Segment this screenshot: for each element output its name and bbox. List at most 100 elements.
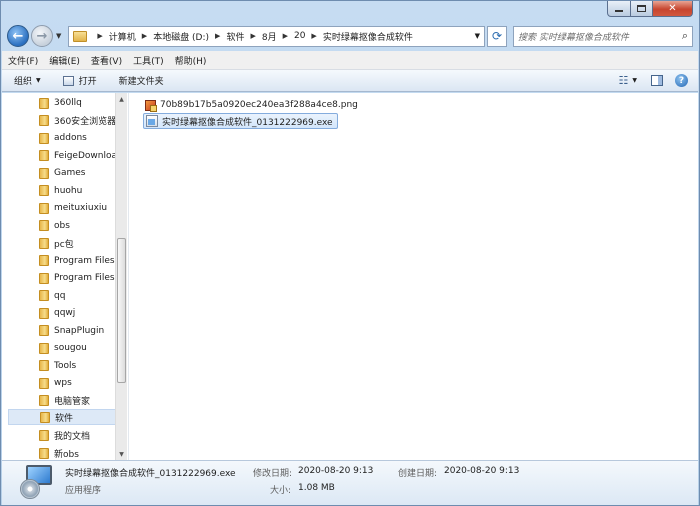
preview-pane-icon[interactable] <box>651 75 663 86</box>
tree-item-selected[interactable]: 软件 <box>8 409 119 425</box>
folder-icon <box>39 185 49 196</box>
folder-icon <box>39 430 49 441</box>
forward-button[interactable]: → <box>31 25 53 47</box>
chevron-right-icon[interactable]: ▶ <box>250 32 255 40</box>
folder-icon <box>39 342 49 354</box>
tree-item[interactable]: 电脑管家 <box>8 393 119 409</box>
maximize-icon <box>637 5 646 12</box>
menu-help[interactable]: 帮助(H) <box>175 54 207 67</box>
close-button[interactable]: ✕ <box>653 1 693 17</box>
command-bar: 组织 ▼ 打开 新建文件夹 ☷ ▼ ? <box>2 70 698 92</box>
tree-item[interactable]: 新obs <box>8 445 119 461</box>
modified-label: 修改日期: <box>253 469 293 479</box>
menu-tools[interactable]: 工具(T) <box>133 54 164 67</box>
history-dropdown[interactable]: ▼ <box>56 32 61 40</box>
tree-item[interactable]: qq <box>8 288 119 304</box>
search-placeholder: 搜索 实时绿幕抠像合成软件 <box>518 32 629 43</box>
tree-item[interactable]: sougou <box>8 340 119 356</box>
chevron-down-icon: ▼ <box>36 77 41 84</box>
arrow-left-icon: ← <box>12 28 24 44</box>
scroll-up-icon[interactable]: ▲ <box>116 93 127 105</box>
file-item-exe[interactable]: 实时绿幕抠像合成软件_0131222969.exe <box>143 113 338 129</box>
breadcrumb-item[interactable]: ▶ 20 <box>277 31 306 41</box>
view-options-icon[interactable]: ☷ <box>619 74 629 87</box>
explorer-window: ✕ ← → ▼ ▶ 计算机 ▶ 本地磁盘 (D:) ▶ 软件 ▶ 8月 ▶ 20 ▶ 实时绿… <box>0 0 700 506</box>
folder-icon <box>39 325 49 336</box>
breadcrumb-item[interactable]: ▶ 计算机 <box>91 30 135 43</box>
tree-item[interactable]: Program Files <box>8 253 119 269</box>
file-list: 70b89b17b5a0920ec240ea3f288a4ce8.png 实时绿… <box>129 93 698 460</box>
tree-item[interactable]: 360llq <box>8 95 119 111</box>
application-icon <box>20 465 54 501</box>
details-pane: 实时绿幕抠像合成软件_0131222969.exe 应用程序 修改日期: 202… <box>2 460 698 505</box>
folder-icon <box>39 237 49 249</box>
scroll-down-icon[interactable]: ▼ <box>116 448 127 460</box>
tree-item[interactable]: qqwj <box>8 305 119 321</box>
folder-icon <box>39 97 49 109</box>
tree-item[interactable]: addons <box>8 130 119 146</box>
tree-item[interactable]: Games <box>8 165 119 181</box>
address-dropdown-icon[interactable]: ▼ <box>475 32 480 40</box>
folder-icon <box>39 377 49 389</box>
tree-item[interactable]: 360安全浏览器 <box>8 113 119 129</box>
minimize-icon <box>615 9 623 12</box>
folder-icon <box>39 395 49 406</box>
menu-edit[interactable]: 编辑(E) <box>49 54 80 67</box>
navigation-row: ← → ▼ ▶ 计算机 ▶ 本地磁盘 (D:) ▶ 软件 ▶ 8月 ▶ 20 ▶ 实时绿幕抠… <box>7 23 693 49</box>
menu-file[interactable]: 文件(F) <box>8 54 38 67</box>
folder-icon <box>39 202 49 214</box>
nav-scrollbar[interactable]: ▲ ▼ <box>115 93 127 460</box>
tree-item[interactable]: 我的文档 <box>8 428 119 444</box>
minimize-button[interactable] <box>607 1 631 17</box>
tree-item[interactable]: SnapPlugin <box>8 323 119 339</box>
tree-item[interactable]: meituxiuxiu <box>8 200 119 216</box>
folder-icon <box>39 272 49 284</box>
size-label: 大小: <box>270 486 292 496</box>
breadcrumb-item[interactable]: ▶ 实时绿幕抠像合成软件 <box>305 30 412 43</box>
chevron-right-icon[interactable]: ▶ <box>142 32 147 40</box>
open-button[interactable]: 打开 <box>62 74 97 87</box>
chevron-right-icon[interactable]: ▶ <box>215 32 220 40</box>
address-bar[interactable]: ▶ 计算机 ▶ 本地磁盘 (D:) ▶ 软件 ▶ 8月 ▶ 20 ▶ 实时绿幕抠像合成软件 … <box>68 25 485 47</box>
arrow-right-icon: → <box>36 28 48 44</box>
folder-icon <box>39 150 49 161</box>
tree-item[interactable]: Program Files <box>8 270 119 286</box>
folder-icon <box>39 167 49 179</box>
breadcrumb-item[interactable]: ▶ 本地磁盘 (D:) <box>136 30 209 43</box>
breadcrumb-item[interactable]: ▶ 8月 <box>244 30 276 43</box>
scroll-thumb[interactable] <box>117 238 126 383</box>
open-icon <box>62 75 74 86</box>
maximize-button[interactable] <box>631 1 653 17</box>
folder-icon <box>39 132 49 144</box>
menu-bar: 文件(F) 编辑(E) 查看(V) 工具(T) 帮助(H) <box>2 51 698 70</box>
file-item-png[interactable]: 70b89b17b5a0920ec240ea3f288a4ce8.png <box>143 97 362 113</box>
folder-icon <box>39 360 49 371</box>
folder-icon <box>73 30 88 42</box>
main-area: 360llq 360安全浏览器 addons FeigeDownload Gam… <box>2 93 698 460</box>
created-label: 创建日期: <box>398 469 438 479</box>
back-button[interactable]: ← <box>7 25 29 47</box>
new-folder-button[interactable]: 新建文件夹 <box>119 74 164 87</box>
tree-item[interactable]: pc包 <box>8 235 119 251</box>
tree-item[interactable]: wps <box>8 375 119 391</box>
help-icon[interactable]: ? <box>675 74 688 87</box>
breadcrumb-item[interactable]: ▶ 软件 <box>209 30 244 43</box>
organize-button[interactable]: 组织 ▼ <box>14 74 41 87</box>
application-file-icon <box>146 115 158 127</box>
folder-icon <box>39 447 49 459</box>
view-dropdown-icon[interactable]: ▼ <box>632 77 637 84</box>
tree-item[interactable]: Tools <box>8 358 119 374</box>
search-input[interactable]: 搜索 实时绿幕抠像合成软件 ⌕ <box>513 25 693 47</box>
search-icon[interactable]: ⌕ <box>682 29 688 43</box>
folder-icon <box>40 411 50 423</box>
tree-item[interactable]: FeigeDownload <box>8 148 119 164</box>
folder-icon <box>39 220 49 231</box>
chevron-right-icon[interactable]: ▶ <box>97 32 102 40</box>
tree-item[interactable]: obs <box>8 218 119 234</box>
tree-item[interactable]: huohu <box>8 183 119 199</box>
chevron-right-icon[interactable]: ▶ <box>311 32 316 40</box>
refresh-icon: ⟳ <box>491 29 503 43</box>
menu-view[interactable]: 查看(V) <box>91 54 122 67</box>
refresh-button[interactable]: ⟳ <box>487 25 507 47</box>
chevron-right-icon[interactable]: ▶ <box>283 32 288 40</box>
